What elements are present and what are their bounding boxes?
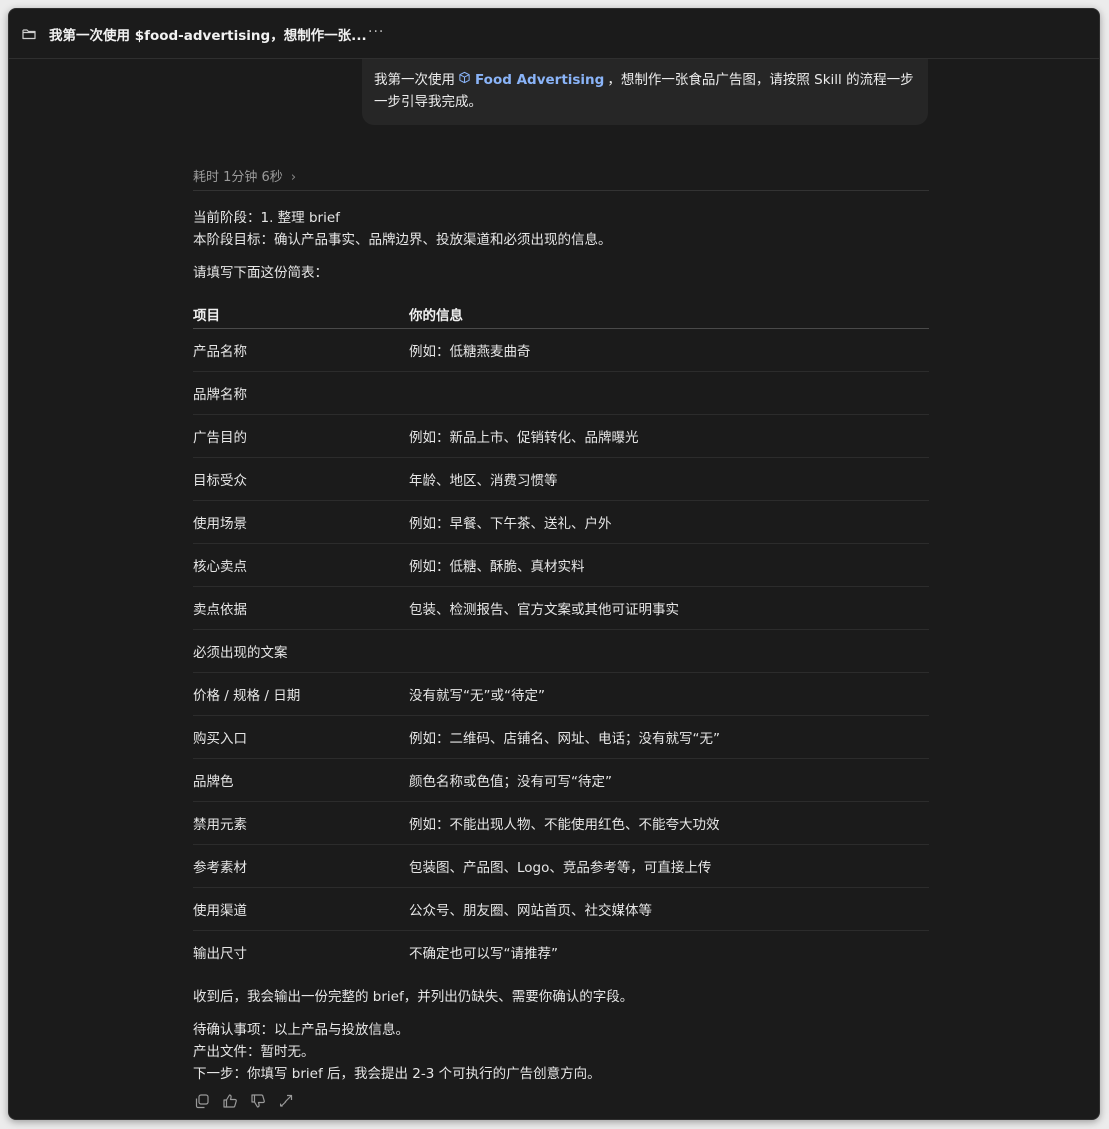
table-cell-item: 输出尺寸	[193, 946, 247, 962]
after-table-note: 收到后，我会输出一份完整的 brief，并列出仍缺失、需要你确认的字段。	[193, 989, 634, 1005]
table-cell-item: 使用场景	[193, 500, 409, 544]
user-message-bubble: 我第一次使用 Food Advertising ，想制作一张食品广告图，请按照 Sk…	[362, 59, 928, 125]
table-cell-item: 购买入口	[193, 715, 409, 759]
copy-icon[interactable]	[193, 1092, 211, 1110]
table-cell-info: 例如：不能出现人物、不能使用红色、不能夸大功效	[409, 801, 929, 845]
table-row: 禁用元素 例如：不能出现人物、不能使用红色、不能夸大功效	[193, 801, 929, 845]
table-row: 使用场景 例如：早餐、下午茶、送礼、户外	[193, 500, 929, 544]
table-cell-info: 例如：低糖、酥脆、真材实料	[409, 543, 929, 587]
table-cell-info: 没有就写“无”或“待定”	[409, 672, 929, 716]
thumbs-down-icon[interactable]	[249, 1092, 267, 1110]
user-message-text-before: 我第一次使用	[374, 72, 455, 88]
form-prompt: 请填写下面这份简表：	[193, 265, 328, 281]
table-row: 购买入口 例如：二维码、店铺名、网址、电话；没有就写“无”	[193, 715, 929, 759]
current-stage: 当前阶段：1. 整理 brief	[193, 210, 340, 226]
share-icon[interactable]	[277, 1092, 295, 1110]
divider	[193, 190, 929, 191]
table-row: 目标受众 年龄、地区、消费习惯等	[193, 457, 929, 501]
skill-link-label: Food Advertising	[475, 72, 605, 88]
table-cell-info: 不确定也可以写“请推荐”	[409, 946, 558, 962]
table-cell-info: 颜色名称或色值；没有可写“待定”	[409, 758, 929, 802]
chevron-right-icon: ›	[290, 170, 297, 185]
table-cell-info: 例如：早餐、下午茶、送礼、户外	[409, 500, 929, 544]
title-bar: 我第一次使用 $food-advertising，想制作一张... ···	[9, 9, 1099, 59]
table-cell-info: 例如：低糖燕麦曲奇	[409, 328, 929, 372]
table-cell-info: 例如：新品上市、促销转化、品牌曝光	[409, 414, 929, 458]
elapsed-time-toggle[interactable]: 耗时 1分钟 6秒 ›	[193, 166, 296, 185]
table-cell-item: 广告目的	[193, 414, 409, 458]
skill-link[interactable]: Food Advertising	[458, 69, 604, 91]
table-row: 卖点依据 包装、检测报告、官方文案或其他可证明事实	[193, 586, 929, 630]
message-actions	[193, 1092, 295, 1110]
table-row: 品牌色 颜色名称或色值；没有可写“待定”	[193, 758, 929, 802]
stage-goal: 本阶段目标：确认产品事实、品牌边界、投放渠道和必须出现的信息。	[193, 232, 612, 248]
table-cell-info	[409, 629, 929, 673]
table-row: 产品名称 例如：低糖燕麦曲奇	[193, 328, 929, 372]
table-cell-item: 核心卖点	[193, 543, 409, 587]
cube-icon	[458, 69, 471, 91]
brief-table: 项目 你的信息 产品名称 例如：低糖燕麦曲奇 品牌名称 广告目的 例如：新品上市、促销转…	[193, 299, 929, 973]
table-header-row: 项目 你的信息	[193, 299, 929, 329]
table-cell-item: 使用渠道	[193, 887, 409, 931]
table-cell-item: 品牌名称	[193, 371, 409, 415]
next-step: 下一步：你填写 brief 后，我会提出 2-3 个可执行的广告创意方向。	[193, 1066, 601, 1082]
table-row: 必须出现的文案	[193, 629, 929, 673]
output-files: 产出文件：暂时无。	[193, 1044, 315, 1060]
table-header-item: 项目	[193, 299, 409, 329]
table-row: 参考素材 包装图、产品图、Logo、竞品参考等，可直接上传	[193, 844, 929, 888]
pending-items: 待确认事项：以上产品与投放信息。	[193, 1022, 409, 1038]
folder-icon	[21, 26, 37, 42]
table-header-info: 你的信息	[409, 299, 929, 329]
table-cell-info	[409, 371, 929, 415]
elapsed-time-label: 耗时 1分钟 6秒	[193, 170, 283, 185]
table-cell-info: 例如：二维码、店铺名、网址、电话；没有就写“无”	[409, 715, 929, 759]
table-cell-info: 包装图、产品图、Logo、竞品参考等，可直接上传	[409, 844, 929, 888]
table-row: 使用渠道 公众号、朋友圈、网站首页、社交媒体等	[193, 887, 929, 931]
table-cell-item: 价格 / 规格 / 日期	[193, 672, 409, 716]
table-cell-item: 禁用元素	[193, 801, 409, 845]
table-row: 价格 / 规格 / 日期 没有就写“无”或“待定”	[193, 672, 929, 716]
conversation-title[interactable]: 我第一次使用 $food-advertising，想制作一张...	[49, 24, 367, 44]
app-window: 我第一次使用 $food-advertising，想制作一张... ··· 我第…	[8, 8, 1100, 1120]
table-cell-info: 包装、检测报告、官方文案或其他可证明事实	[409, 586, 929, 630]
table-row: 广告目的 例如：新品上市、促销转化、品牌曝光	[193, 414, 929, 458]
table-cell-item: 目标受众	[193, 457, 409, 501]
thumbs-up-icon[interactable]	[221, 1092, 239, 1110]
table-row: 核心卖点 例如：低糖、酥脆、真材实料	[193, 543, 929, 587]
table-cell-info: 公众号、朋友圈、网站首页、社交媒体等	[409, 887, 929, 931]
table-row: 品牌名称	[193, 371, 929, 415]
table-cell-item: 参考素材	[193, 844, 409, 888]
table-cell-item: 必须出现的文案	[193, 629, 409, 673]
table-cell-info: 年龄、地区、消费习惯等	[409, 457, 929, 501]
table-cell-item: 品牌色	[193, 758, 409, 802]
table-cell-item: 卖点依据	[193, 586, 409, 630]
table-cell-item: 产品名称	[193, 328, 409, 372]
table-row: 输出尺寸 不确定也可以写“请推荐”	[193, 931, 929, 974]
more-options-button[interactable]: ···	[368, 24, 384, 40]
